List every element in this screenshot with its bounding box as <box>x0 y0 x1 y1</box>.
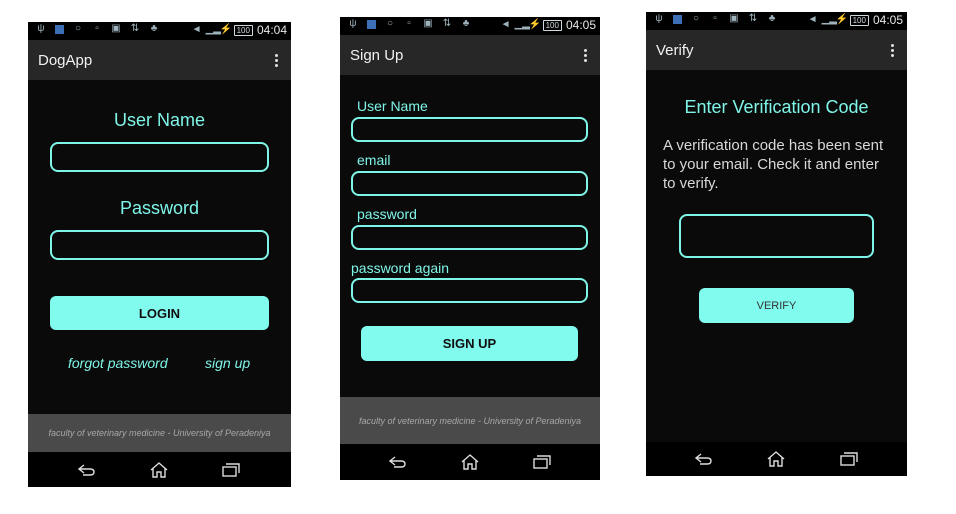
verification-code-input[interactable] <box>679 214 874 258</box>
image-icon: ▫ <box>713 13 717 24</box>
bulb-icon: ○ <box>692 13 700 24</box>
overflow-menu-icon[interactable] <box>584 49 588 64</box>
android-icon: ♣ <box>462 18 470 29</box>
data-icon: ⇅ <box>130 23 140 34</box>
wifi-icon: ▣ <box>111 23 121 34</box>
status-bar: ψ ○ ▫ ▣ ⇅ ♣ ◄ ▁▂ ⚡ 100 04:05 <box>340 17 600 35</box>
back-icon[interactable] <box>389 456 407 468</box>
signal-icon: ▁▂ <box>205 24 221 35</box>
status-time: 04:05 <box>872 13 903 27</box>
wifi-icon: ▣ <box>423 18 433 29</box>
password-again-label: password again <box>351 260 450 276</box>
navigation-bar <box>28 452 291 487</box>
status-time: 04:05 <box>565 18 596 32</box>
username-input[interactable] <box>50 142 269 172</box>
battery-icon: 100 <box>542 19 562 31</box>
recents-icon[interactable] <box>222 462 240 477</box>
android-icon: ♣ <box>150 23 158 34</box>
verification-heading: Enter Verification Code <box>684 97 869 117</box>
image-icon: ▫ <box>407 18 411 29</box>
overflow-menu-icon[interactable] <box>275 54 279 69</box>
usb-icon: ψ <box>655 13 663 24</box>
footer: faculty of veterinary medicine - Univers… <box>340 397 600 444</box>
mute-icon: ◄ <box>500 19 511 30</box>
password-again-input[interactable] <box>351 278 588 303</box>
notification-icon <box>55 24 64 34</box>
signal-icon: ▁▂ <box>821 14 837 25</box>
footer: faculty of veterinary medicine - Univers… <box>28 414 291 452</box>
username-label: User Name <box>113 110 206 130</box>
usb-icon: ψ <box>349 18 357 29</box>
status-time: 04:04 <box>256 23 287 37</box>
mute-icon: ◄ <box>191 24 202 35</box>
back-icon[interactable] <box>695 453 713 465</box>
action-bar: Verify <box>646 30 907 70</box>
navigation-bar <box>340 444 600 480</box>
email-input[interactable] <box>351 171 588 196</box>
usb-icon: ψ <box>37 23 45 34</box>
password-input[interactable] <box>351 225 588 250</box>
verification-message: A verification code has been sent to you… <box>663 137 884 192</box>
forgot-password-link[interactable]: forgot password <box>68 355 168 371</box>
login-screen: ψ ○ ▫ ▣ ⇅ ♣ ◄ ▁▂ ⚡ 100 04:04 DogApp User… <box>28 22 291 487</box>
notification-icon <box>673 14 682 24</box>
overflow-menu-icon[interactable] <box>891 44 895 59</box>
page-title: Verify <box>656 42 694 59</box>
signup-screen: ψ ○ ▫ ▣ ⇅ ♣ ◄ ▁▂ ⚡ 100 04:05 Sign Up Use… <box>340 17 600 480</box>
status-bar: ψ ○ ▫ ▣ ⇅ ♣ ◄ ▁▂ ⚡ 100 04:05 <box>646 12 907 30</box>
android-icon: ♣ <box>768 13 776 24</box>
charging-icon: ⚡ <box>219 24 233 35</box>
home-icon[interactable] <box>767 451 785 467</box>
login-button[interactable]: LOGIN <box>50 296 269 330</box>
action-bar: Sign Up <box>340 35 600 75</box>
page-title: Sign Up <box>350 47 404 64</box>
mute-icon: ◄ <box>807 14 818 25</box>
battery-icon: 100 <box>233 24 253 36</box>
verify-screen: ψ ○ ▫ ▣ ⇅ ♣ ◄ ▁▂ ⚡ 100 04:05 Verify Ente… <box>646 12 907 476</box>
recents-icon[interactable] <box>533 455 551 469</box>
status-bar: ψ ○ ▫ ▣ ⇅ ♣ ◄ ▁▂ ⚡ 100 04:04 <box>28 22 291 40</box>
password-input[interactable] <box>50 230 269 260</box>
email-label: email <box>357 152 391 168</box>
charging-icon: ⚡ <box>528 19 542 30</box>
username-label: User Name <box>357 98 428 114</box>
sign-up-button[interactable]: SIGN UP <box>361 326 578 361</box>
bulb-icon: ○ <box>74 23 82 34</box>
app-title: DogApp <box>38 52 93 69</box>
home-icon[interactable] <box>150 461 168 478</box>
sign-up-link[interactable]: sign up <box>205 355 250 371</box>
signal-icon: ▁▂ <box>514 19 530 30</box>
image-icon: ▫ <box>95 23 99 34</box>
home-icon[interactable] <box>461 454 479 470</box>
data-icon: ⇅ <box>748 13 758 24</box>
action-bar: DogApp <box>28 40 291 80</box>
password-label: Password <box>119 198 200 218</box>
charging-icon: ⚡ <box>835 14 849 25</box>
username-input[interactable] <box>351 117 588 142</box>
password-label: password <box>357 206 417 222</box>
navigation-bar <box>646 442 907 476</box>
data-icon: ⇅ <box>442 18 452 29</box>
notification-icon <box>367 19 376 29</box>
wifi-icon: ▣ <box>729 13 739 24</box>
battery-icon: 100 <box>849 14 869 26</box>
bulb-icon: ○ <box>386 18 394 29</box>
recents-icon[interactable] <box>840 452 858 466</box>
verify-button[interactable]: VERIFY <box>699 288 854 323</box>
back-icon[interactable] <box>78 463 96 476</box>
